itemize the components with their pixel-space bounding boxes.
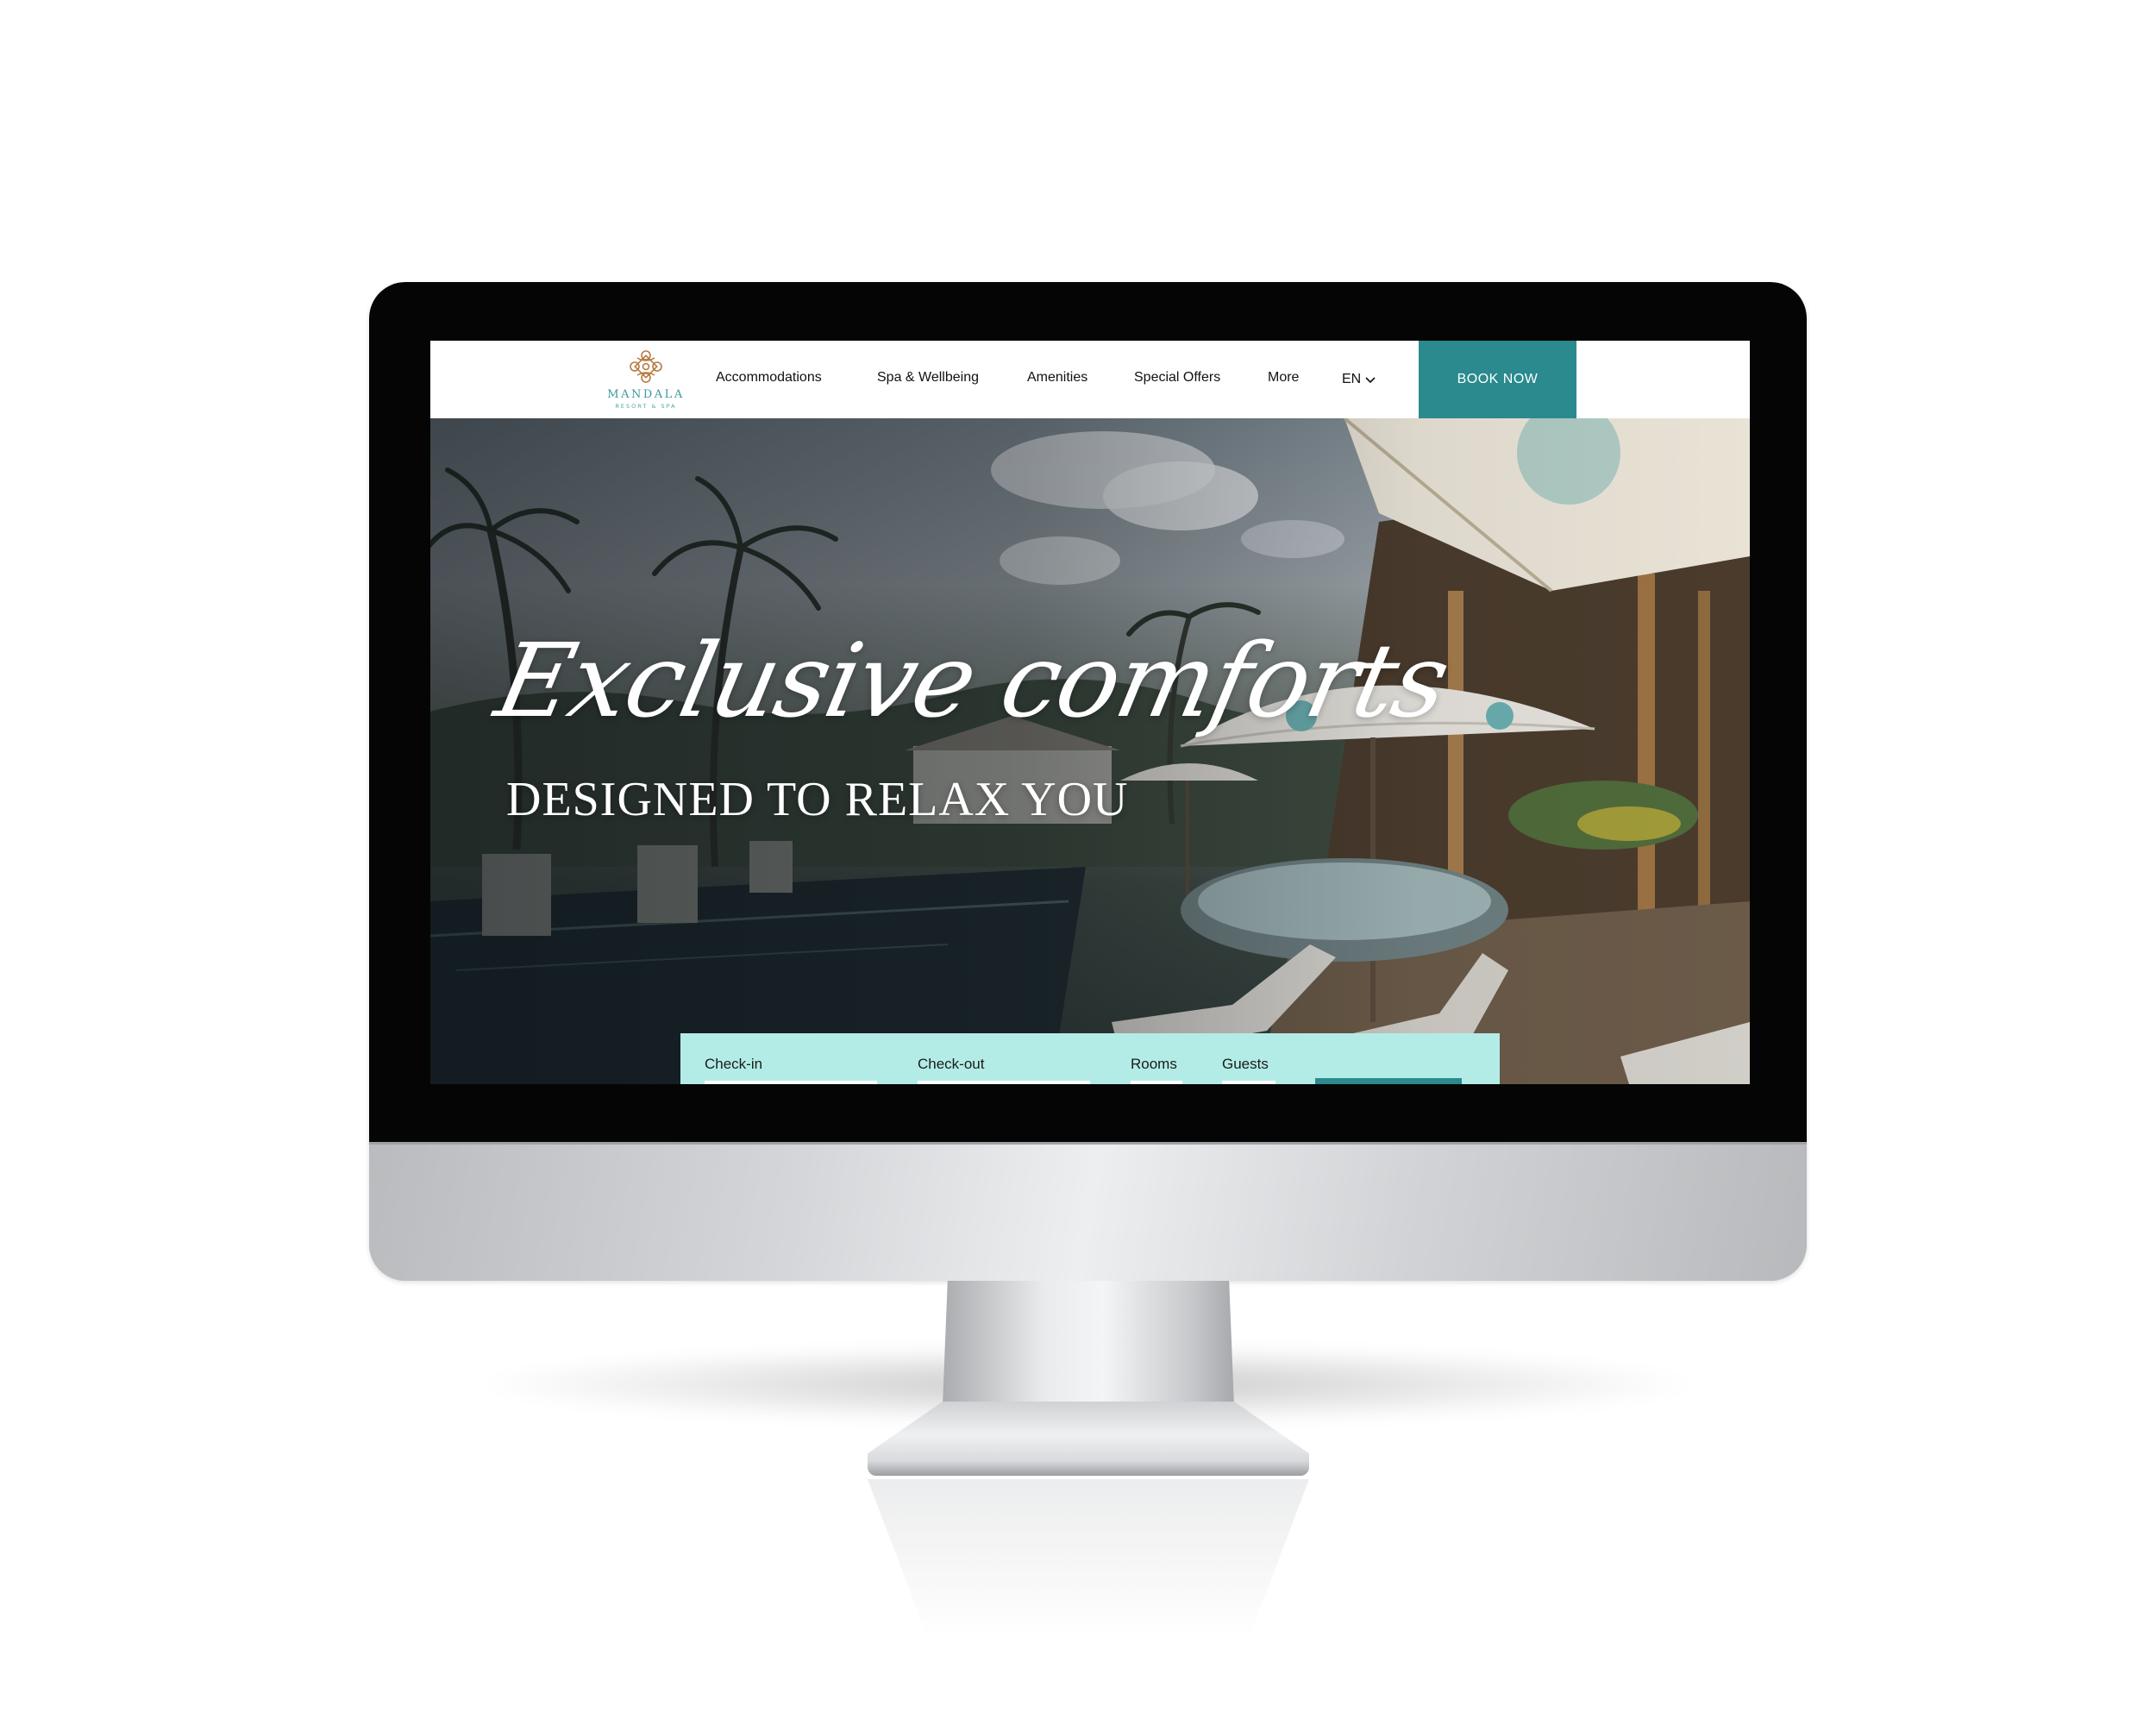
website-screen: MANDALA RESORT & SPA Accommodations Spa … [430,341,1750,1084]
monitor-chin [369,1142,1807,1281]
check-availability-button[interactable] [1315,1078,1462,1084]
brand-tagline: RESORT & SPA [615,403,677,410]
guests-field[interactable] [1222,1081,1275,1084]
checkout-field[interactable] [918,1081,1090,1084]
top-navbar: MANDALA RESORT & SPA Accommodations Spa … [430,341,1750,418]
language-label: EN [1342,372,1362,386]
nav-special-offers[interactable]: Special Offers [1134,370,1220,389]
hero-section: Exclusive comforts DESIGNED TO RELAX YOU [430,418,1750,1084]
chevron-down-icon [1365,377,1376,384]
book-now-button[interactable]: BOOK NOW [1419,341,1576,418]
checkin-field[interactable] [705,1081,877,1084]
brand-logo[interactable]: MANDALA RESORT & SPA [599,348,693,415]
guests-label: Guests [1222,1056,1269,1072]
brand-name: MANDALA [607,388,685,401]
checkin-label: Check-in [705,1056,763,1072]
nav-accommodations[interactable]: Accommodations [716,370,822,389]
hero-headline: Exclusive comforts [486,621,1458,740]
hero-subheadline: DESIGNED TO RELAX YOU [506,773,1129,826]
monitor-stand-base [868,1402,1309,1476]
lotus-ornament-icon [630,350,662,383]
stand-reflection [868,1479,1309,1678]
checkout-label: Check-out [918,1056,985,1072]
nav-spa-wellbeing[interactable]: Spa & Wellbeing [877,370,979,389]
nav-amenities[interactable]: Amenities [1027,370,1087,389]
language-selector[interactable]: EN [1342,370,1376,389]
rooms-field[interactable] [1131,1081,1182,1084]
booking-bar: Check-in Check-out Rooms Guests [680,1033,1500,1084]
hero-dark-overlay [430,418,1750,1084]
nav-more[interactable]: More [1268,370,1299,389]
rooms-label: Rooms [1131,1056,1177,1072]
